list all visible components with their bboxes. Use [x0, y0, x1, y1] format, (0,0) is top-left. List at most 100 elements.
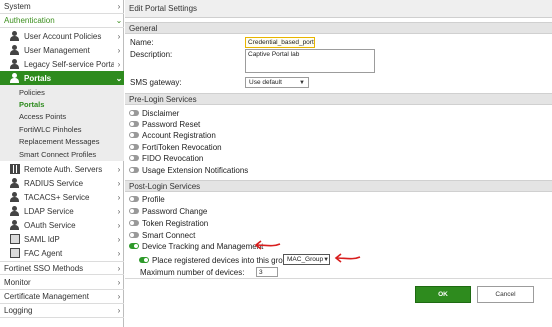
nav-remote-auth-servers-label: Remote Auth. Servers [24, 164, 103, 174]
nav-smart-connect-profiles[interactable]: Smart Connect Profiles [0, 149, 124, 159]
toggle-row-fido-revocation[interactable]: FIDO Revocation [129, 153, 203, 163]
toggle-off-icon[interactable] [129, 167, 139, 173]
toggle-row-place-registered[interactable]: Place registered devices into this group [139, 255, 292, 265]
name-field[interactable]: Credential_based_portal_ [245, 37, 315, 48]
nav-fortinet-sso[interactable]: Fortinet SSO Methods › [0, 261, 124, 275]
toggle-off-icon[interactable] [129, 110, 139, 116]
saml-icon [10, 234, 20, 244]
sms-gateway-select[interactable]: Use default ▼ [245, 77, 309, 88]
disclaimer-label: Disclaimer [142, 108, 180, 118]
chevron-down-icon: ⌄ [115, 73, 123, 83]
chevron-right-icon: › [117, 45, 121, 55]
user-icon [10, 59, 20, 69]
nav-access-points[interactable]: Access Points [0, 111, 124, 121]
nav-authentication-label: Authentication [4, 16, 55, 25]
toggle-row-profile[interactable]: Profile [129, 194, 165, 204]
chevron-right-icon: › [117, 206, 121, 216]
nav-fac-agent[interactable]: FAC Agent › [0, 246, 124, 260]
annotation-arrow-icon [254, 240, 281, 250]
nav-monitor-label: Monitor [4, 278, 31, 287]
nav-logging[interactable]: Logging › [0, 304, 124, 318]
nav-policies-label: Policies [19, 87, 45, 97]
toggle-row-password-reset[interactable]: Password Reset [129, 119, 200, 129]
toggle-off-icon[interactable] [129, 144, 139, 150]
nav-smart-connect-profiles-label: Smart Connect Profiles [19, 149, 97, 159]
toggle-off-icon[interactable] [129, 220, 139, 226]
section-post-login-heading: Post-Login Services [125, 180, 552, 192]
device-tracking-label: Device Tracking and Management [142, 241, 264, 251]
group-select[interactable]: MAC_Group ▼ [283, 254, 330, 265]
chevron-right-icon: › [117, 278, 121, 287]
nav-legacy-portal[interactable]: Legacy Self-service Portal › [0, 57, 124, 71]
chevron-down-icon: ⌄ [115, 16, 123, 25]
toggle-off-icon[interactable] [129, 121, 139, 127]
nav-saml-idp[interactable]: SAML IdP › [0, 232, 124, 246]
sms-gateway-label: SMS gateway: [130, 78, 182, 87]
nav-fortiwlc-pinholes[interactable]: FortiWLC Pinholes [0, 124, 124, 134]
toggle-row-disclaimer[interactable]: Disclaimer [129, 108, 179, 118]
nav-system[interactable]: System › [0, 0, 124, 14]
sidebar: System › Authentication ⌄ User Account P… [0, 0, 124, 327]
max-devices-label: Maximum number of devices: [140, 268, 245, 277]
chevron-right-icon: › [117, 192, 121, 202]
nav-authentication[interactable]: Authentication ⌄ [0, 14, 124, 28]
nav-tacacs-service[interactable]: TACACS+ Service › [0, 190, 124, 204]
max-devices-field[interactable]: 3 [256, 267, 278, 277]
nav-radius-service[interactable]: RADIUS Service › [0, 176, 124, 190]
chevron-right-icon: › [117, 306, 121, 315]
chevron-right-icon: › [117, 292, 121, 301]
chevron-down-icon: ▼ [299, 79, 305, 86]
nav-fortiwlc-pinholes-label: FortiWLC Pinholes [19, 124, 82, 134]
nav-radius-service-label: RADIUS Service [24, 178, 84, 188]
cancel-button[interactable]: Cancel [477, 286, 534, 303]
chevron-right-icon: › [117, 164, 121, 174]
toggle-on-icon[interactable] [139, 257, 149, 263]
toggle-off-icon[interactable] [129, 232, 139, 238]
password-change-label: Password Change [142, 206, 208, 216]
toggle-on-icon[interactable] [129, 243, 139, 249]
profile-label: Profile [142, 194, 165, 204]
chevron-down-icon: ▼ [323, 256, 330, 263]
toggle-row-smart-connect[interactable]: Smart Connect [129, 230, 195, 240]
chevron-right-icon: › [117, 2, 121, 11]
toggle-row-account-registration[interactable]: Account Registration [129, 130, 216, 140]
nav-user-account-policies[interactable]: User Account Policies › [0, 29, 124, 43]
toggle-row-device-tracking[interactable]: Device Tracking and Management [129, 241, 263, 251]
toggle-off-icon[interactable] [129, 155, 139, 161]
chevron-right-icon: › [117, 178, 121, 188]
user-icon [10, 206, 20, 216]
toggle-row-fortitoken-revocation[interactable]: FortiToken Revocation [129, 142, 222, 152]
nav-oauth-service-label: OAuth Service [24, 220, 76, 230]
user-icon [10, 220, 20, 230]
nav-monitor[interactable]: Monitor › [0, 276, 124, 290]
nav-certificate-management-label: Certificate Management [4, 292, 89, 301]
portals-icon [10, 73, 20, 83]
toggle-row-token-registration[interactable]: Token Registration [129, 218, 208, 228]
server-icon [10, 164, 20, 174]
ok-button[interactable]: OK [415, 286, 471, 303]
nav-portals-label: Portals [24, 73, 52, 83]
nav-policies[interactable]: Policies [0, 87, 124, 97]
nav-portals-leaf[interactable]: Portals [0, 99, 124, 109]
chevron-right-icon: › [117, 220, 121, 230]
nav-remote-auth-servers[interactable]: Remote Auth. Servers › [0, 162, 124, 176]
description-field[interactable]: Captive Portal lab [245, 49, 375, 73]
toggle-off-icon[interactable] [129, 132, 139, 138]
nav-oauth-service[interactable]: OAuth Service › [0, 218, 124, 232]
account-registration-label: Account Registration [142, 130, 216, 140]
nav-user-management[interactable]: User Management › [0, 43, 124, 57]
nav-ldap-service[interactable]: LDAP Service › [0, 204, 124, 218]
toggle-off-icon[interactable] [129, 196, 139, 202]
agent-icon [10, 248, 20, 258]
fortitoken-revocation-label: FortiToken Revocation [142, 142, 222, 152]
nav-replacement-messages[interactable]: Replacement Messages [0, 136, 124, 146]
nav-certificate-management[interactable]: Certificate Management › [0, 290, 124, 304]
token-registration-label: Token Registration [142, 218, 209, 228]
chevron-right-icon: › [117, 31, 121, 41]
toggle-row-password-change[interactable]: Password Change [129, 206, 207, 216]
annotation-arrow-stroke [335, 256, 361, 260]
nav-user-management-label: User Management [24, 45, 90, 55]
nav-portals[interactable]: Portals ⌄ [0, 71, 124, 85]
toggle-row-usage-extension[interactable]: Usage Extension Notifications [129, 165, 248, 175]
toggle-off-icon[interactable] [129, 208, 139, 214]
